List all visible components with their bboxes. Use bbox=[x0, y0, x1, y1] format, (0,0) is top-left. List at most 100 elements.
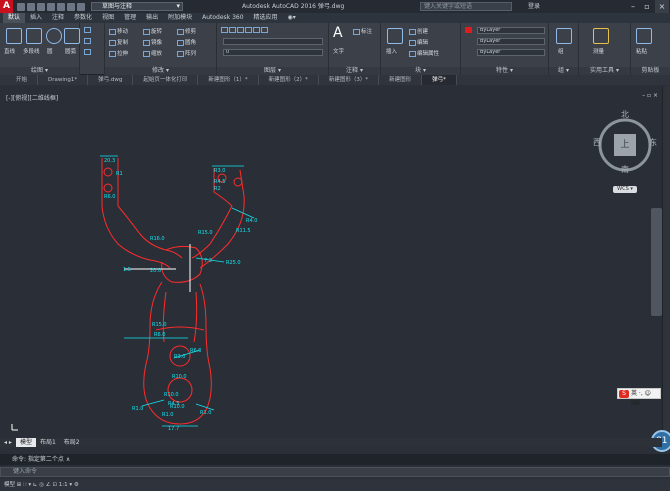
arc-icon[interactable] bbox=[64, 28, 80, 44]
line-icon[interactable] bbox=[6, 28, 22, 44]
doc-tab[interactable]: 新建图形（1）* bbox=[198, 75, 259, 85]
measure-button[interactable]: 测量 bbox=[593, 47, 604, 55]
groups-panel-title[interactable]: 组 ▾ bbox=[549, 67, 578, 75]
dimension-button[interactable]: 标注 bbox=[353, 27, 372, 35]
maximize-icon[interactable]: ▫ bbox=[640, 0, 654, 13]
doc-tab[interactable]: 起始页一体化打印 bbox=[133, 75, 199, 85]
clipboard-panel-title[interactable]: 剪贴板 bbox=[631, 67, 670, 75]
group-button[interactable]: 组 bbox=[558, 47, 564, 55]
sogou-icon[interactable]: S bbox=[619, 390, 629, 398]
insert-block-icon[interactable] bbox=[387, 28, 403, 44]
circle-icon[interactable] bbox=[46, 28, 62, 44]
copy-button[interactable]: 复制 bbox=[109, 38, 128, 46]
tab-layout1[interactable]: 布局1 bbox=[36, 438, 60, 447]
insert-block-button[interactable]: 插入 bbox=[386, 47, 397, 55]
tab-model[interactable]: 模型 bbox=[15, 438, 36, 447]
doc-tab[interactable]: Drawing1* bbox=[38, 75, 89, 85]
save-as-icon[interactable] bbox=[47, 2, 55, 11]
ime-toolbar[interactable]: S 英 ·, ☺ ⌨ bbox=[617, 388, 661, 407]
draw-panel-title[interactable]: 绘图 ▾ bbox=[0, 67, 79, 75]
edit-attributes-button[interactable]: 编辑属性 bbox=[409, 49, 439, 57]
command-input[interactable]: 键入命令 bbox=[0, 467, 670, 477]
layers-panel-title[interactable]: 图层 ▾ bbox=[217, 67, 328, 75]
text-icon[interactable]: A bbox=[333, 25, 343, 41]
compass-south[interactable]: 南 bbox=[621, 164, 629, 175]
drawing-canvas[interactable]: [-][俯视][二维线框] – ▫ × 20.3 R1 R3.0 R4.5 R2… bbox=[0, 86, 662, 438]
tab-output[interactable]: 输出 bbox=[141, 13, 163, 23]
doc-tab[interactable]: 弹弓.dwg bbox=[88, 75, 134, 85]
tab-annotate[interactable]: 注释 bbox=[47, 13, 69, 23]
minimize-icon[interactable]: – bbox=[626, 0, 640, 13]
help-search-input[interactable]: 键入关键字或短语 bbox=[420, 2, 512, 11]
layer-properties-icon[interactable] bbox=[221, 27, 269, 34]
create-block-button[interactable]: 创建 bbox=[409, 27, 428, 35]
save-icon[interactable] bbox=[37, 2, 45, 11]
gradient-icon[interactable] bbox=[84, 49, 92, 56]
circle-button[interactable]: 圆 bbox=[47, 47, 53, 55]
doc-tab[interactable]: 新建图形（3）* bbox=[319, 75, 380, 85]
compass-north[interactable]: 北 bbox=[621, 109, 629, 120]
new-icon[interactable] bbox=[17, 2, 25, 11]
edit-block-button[interactable]: 编辑 bbox=[409, 38, 428, 46]
paste-button[interactable]: 粘贴 bbox=[636, 47, 647, 55]
compass-east[interactable]: 东 bbox=[649, 137, 657, 148]
move-button[interactable]: 移动 bbox=[109, 27, 128, 35]
rectangle-icon[interactable] bbox=[84, 27, 92, 34]
navigation-bar[interactable] bbox=[651, 208, 662, 316]
scale-button[interactable]: 缩放 bbox=[143, 49, 162, 57]
tab-manage[interactable]: 管理 bbox=[119, 13, 141, 23]
rotate-button[interactable]: 旋转 bbox=[143, 27, 162, 35]
properties-panel-title[interactable]: 特性 ▾ bbox=[461, 67, 548, 75]
fillet-button[interactable]: 圆角 bbox=[177, 38, 196, 46]
color-combo[interactable]: ByLayer bbox=[477, 27, 545, 34]
ribbon-toggle-icon[interactable]: ◉▾ bbox=[283, 13, 301, 23]
viewcube-top[interactable]: 上 bbox=[614, 134, 636, 156]
stretch-button[interactable]: 拉伸 bbox=[109, 49, 128, 57]
wcs-menu[interactable]: WCS ▾ bbox=[613, 186, 637, 193]
lineweight-combo[interactable]: ByLayer bbox=[477, 38, 545, 45]
array-button[interactable]: 阵列 bbox=[177, 49, 196, 57]
close-icon[interactable]: × bbox=[655, 0, 669, 13]
tab-default[interactable]: 默认 bbox=[3, 13, 26, 23]
tab-view[interactable]: 视图 bbox=[97, 13, 119, 23]
compass-west[interactable]: 西 bbox=[593, 137, 601, 148]
mirror-button[interactable]: 镜像 bbox=[143, 38, 162, 46]
vertical-scrollbar[interactable] bbox=[662, 86, 670, 438]
open-icon[interactable] bbox=[27, 2, 35, 11]
hatch-icon[interactable] bbox=[84, 38, 92, 45]
tab-autodesk-360[interactable]: Autodesk 360 bbox=[197, 13, 248, 23]
trim-button[interactable]: 修剪 bbox=[177, 27, 196, 35]
status-text[interactable]: 模型 ⊞ ∷ ▾ ⊾ ◎ ∠ ⊡ 1:1 ▾ ⚙ bbox=[0, 482, 79, 488]
current-layer-combo[interactable]: 0 bbox=[223, 49, 323, 56]
doc-tab[interactable]: 新建图形（2）* bbox=[259, 75, 319, 85]
modify-panel-title[interactable]: 修改 ▾ bbox=[105, 67, 216, 75]
workspace-select[interactable]: 草图与注释 bbox=[91, 2, 183, 11]
tab-insert[interactable]: 插入 bbox=[25, 13, 47, 23]
text-button[interactable]: 文字 bbox=[333, 47, 344, 55]
doc-tab[interactable]: 新建图形 bbox=[379, 75, 423, 85]
polyline-icon[interactable] bbox=[26, 28, 42, 44]
group-icon[interactable] bbox=[556, 28, 572, 44]
polyline-button[interactable]: 多段线 bbox=[23, 47, 40, 55]
measure-icon[interactable] bbox=[593, 28, 609, 44]
linetype-combo[interactable]: ByLayer bbox=[477, 49, 545, 56]
layout-nav-icon[interactable]: ◂ ▸ bbox=[0, 438, 16, 447]
block-panel-title[interactable]: 块 ▾ bbox=[381, 67, 460, 75]
plot-icon[interactable] bbox=[57, 2, 65, 11]
doc-tab[interactable]: 开始 bbox=[6, 75, 39, 85]
app-logo-button[interactable]: A bbox=[0, 0, 13, 13]
sign-in-button[interactable]: 登录 bbox=[528, 0, 540, 13]
utilities-panel-title[interactable]: 实用工具 ▾ bbox=[579, 67, 630, 75]
redo-icon[interactable] bbox=[77, 2, 85, 11]
layer-state-combo[interactable] bbox=[223, 38, 323, 45]
annotation-panel-title[interactable]: 注释 ▾ bbox=[329, 67, 380, 75]
tab-featured-apps[interactable]: 精选应用 bbox=[249, 13, 283, 23]
tab-parametric[interactable]: 参数化 bbox=[69, 13, 97, 23]
undo-icon[interactable] bbox=[67, 2, 75, 11]
tab-layout2[interactable]: 布局2 bbox=[60, 438, 84, 447]
tab-addins[interactable]: 附加模块 bbox=[163, 13, 197, 23]
paste-icon[interactable] bbox=[636, 28, 652, 44]
doc-tab-active[interactable]: 弹弓* bbox=[422, 75, 457, 85]
arc-button[interactable]: 圆弧 bbox=[65, 47, 76, 55]
line-button[interactable]: 直线 bbox=[4, 47, 15, 55]
